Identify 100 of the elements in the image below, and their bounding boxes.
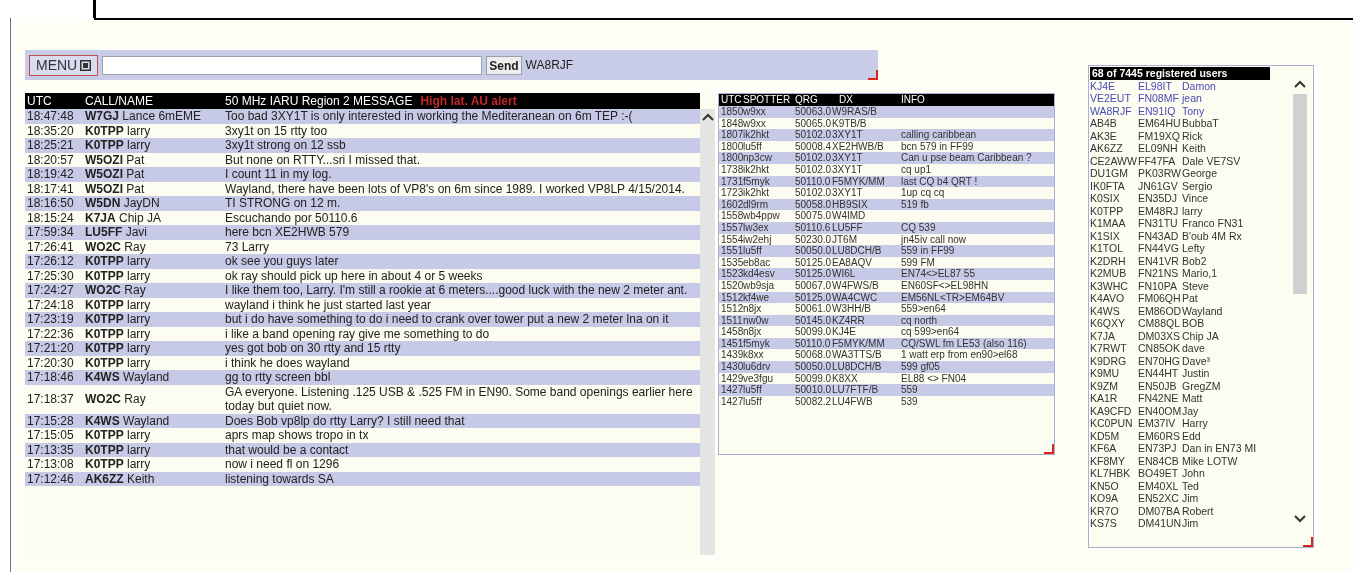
scroll-thumb[interactable] (1293, 94, 1307, 294)
callsign-cell-text: DU1GM (1090, 167, 1129, 180)
sender-cell-text: K0TPP larry (85, 457, 152, 472)
info-cell: EN74<>EL87 55 (901, 268, 975, 280)
user-row[interactable]: K2DRH EN41VR Bob2 (1090, 254, 1289, 267)
time-cell-text: 17:24:27 (26, 283, 75, 298)
user-row[interactable]: K9ZM EN50JB GregZM (1090, 379, 1289, 392)
callsign-cell: CE2AWW (1090, 154, 1138, 167)
user-row[interactable]: AK6ZZ EL09NH Keith (1090, 142, 1289, 155)
name-cell: George (1182, 167, 1218, 180)
user-row[interactable]: KC0PUN EM37IV Harry (1090, 417, 1289, 430)
user-row[interactable]: AK3E FM19XQ Rick (1090, 129, 1289, 142)
user-row[interactable]: KR7O DM07BA Robert (1090, 504, 1289, 517)
spotter-cell-text: eb8ac (743, 256, 772, 269)
locator-cell-text: EL98IT (1138, 79, 1173, 92)
time-cell-text: 1558 (720, 210, 743, 222)
resize-handle[interactable] (1044, 444, 1054, 454)
frequency-cell: 50010.0 (795, 384, 832, 396)
frequency-cell: 50065.0 (795, 117, 832, 130)
scrollbar[interactable] (700, 109, 715, 555)
user-row[interactable]: KL7HBK BO49ET John (1090, 467, 1289, 480)
user-row[interactable]: IK0FTA JN61GV Sergio (1090, 179, 1289, 192)
user-row[interactable]: K9MU EN44HT Justin (1090, 367, 1289, 380)
message-cell-text: Too bad 3XY1T is only interested in working the Mediteranean on 6m TEP :-( (225, 109, 634, 124)
user-row[interactable]: AB4B EM64HU BubbaT (1090, 117, 1289, 130)
message-input-field[interactable] (102, 55, 483, 75)
user-row[interactable]: K1MAA FN31TU Franco FN31 (1090, 217, 1289, 230)
dx-cell-text: LU8DCH/B (832, 361, 883, 373)
spotter-cell-text: wb9sja (743, 279, 776, 292)
dx-cell-text: 3XY1T (832, 187, 864, 199)
locator-cell-text: EN35DJ (1138, 192, 1179, 205)
scroll-up-icon[interactable] (1294, 80, 1306, 88)
time-cell-text: 1554 (720, 233, 743, 246)
menu-button[interactable]: MENU (29, 54, 99, 76)
user-row[interactable]: KA1R FN42NE Matt (1090, 392, 1289, 405)
time-cell-text: 18:19:42 (26, 167, 75, 182)
user-row[interactable]: K1SIX FN43AD B'oub 4M Rx (1090, 229, 1289, 242)
user-row[interactable]: K7JA DM03XS Chip JA (1090, 329, 1289, 342)
spotter-cell-text: lu6drv (743, 361, 772, 373)
time-cell-text: 1451 (720, 337, 743, 350)
dx-cell-text: KJ4E (832, 326, 857, 338)
locator-cell-text: EN44HT (1138, 367, 1180, 380)
sender-cell-text: K0TPP larry (85, 428, 152, 443)
spotter-cell-text: ve3fgu (743, 372, 775, 385)
user-row[interactable]: DU1GM PK03RWGeorge (1090, 167, 1289, 180)
frequency-cell: 50145.0 (795, 314, 832, 327)
user-row[interactable]: K6QXY CM88QL BOB (1090, 317, 1289, 330)
send-button[interactable]: Send (486, 55, 522, 75)
locator-cell-text: CM88QL (1138, 317, 1181, 330)
dx-cell-text: LU8DCH/B (832, 245, 883, 257)
resize-handle[interactable] (868, 70, 878, 80)
spotter-cell-text: ik2hkt (743, 163, 771, 176)
callsign-cell-text: KA1R (1090, 392, 1119, 405)
user-row[interactable]: WA8RJF EN91IQ Tony (1090, 104, 1289, 117)
user-row[interactable]: K2MUB FN21NS Mario,1 (1090, 267, 1289, 280)
user-row[interactable]: CE2AWWFF47FA Dale VE7SV (1090, 154, 1289, 167)
locator-cell: EM86OD (1138, 304, 1182, 317)
user-row[interactable]: K9DRG EN70HG Dave³ (1090, 354, 1289, 367)
name-cell: Matt (1182, 392, 1203, 405)
users-title: 68 of 7445 registered users (1090, 67, 1270, 80)
user-row[interactable]: K7RWT CN85OK dave (1090, 342, 1289, 355)
dx-cell-text: K9TB/B (832, 117, 868, 130)
locator-cell-text: BO49ET (1138, 467, 1180, 480)
callsign-cell-text: KF6A (1090, 442, 1118, 455)
column-header: CALL/NAME (85, 93, 155, 109)
user-row[interactable]: KF8MY EN84CB Mike LOTW (1090, 454, 1289, 467)
user-row[interactable]: KD5M EM60RS Edd (1090, 429, 1289, 442)
locator-cell-text: FN31TU (1138, 217, 1179, 230)
spotter-cell-text: k8xx (743, 349, 765, 362)
user-row[interactable]: KS7S DM41UNJim (1090, 517, 1289, 530)
info-cell: 1 watt erp from en90>el68 (901, 349, 1018, 362)
user-row[interactable]: KJ4E EL98IT Damon (1090, 79, 1289, 92)
time-cell-text: 17:15:28 (26, 413, 75, 428)
callsign-cell-text: K0SIX (1090, 192, 1121, 205)
resize-handle[interactable] (1303, 537, 1313, 547)
user-row[interactable]: KF6A EN73PJ Dan in EN73 MI (1090, 442, 1289, 455)
scroll-down-icon[interactable] (1294, 515, 1306, 523)
user-row[interactable]: VE2EUT FN08MF jean (1090, 92, 1289, 105)
scroll-up-icon[interactable] (701, 113, 714, 121)
time-cell-text: 18:15:24 (26, 210, 75, 225)
time-cell-text: 17:26:41 (26, 239, 75, 254)
locator-cell-text: EM40XL (1138, 479, 1180, 492)
message-cell-text: now i need fl on 1296 (225, 457, 341, 472)
info-cell: bcn 579 in FF99 (901, 140, 974, 153)
user-row[interactable]: K3WHC FN10PA Steve (1090, 279, 1289, 292)
user-row[interactable]: K4AVO FM06QH Pat (1090, 292, 1289, 305)
user-row[interactable]: KN5O EM40XL Ted (1090, 479, 1289, 492)
user-row[interactable]: KA9CFD EN40OMJay (1090, 404, 1289, 417)
user-row[interactable]: K0SIX EN35DJ Vince (1090, 192, 1289, 205)
message-cell-text: but i do have something to do i need to crank over tower put a new 2 meter lna on it (225, 312, 670, 327)
spotter-cell-text: lu5ff (743, 384, 763, 396)
user-row[interactable]: K4WS EM86ODWayland (1090, 304, 1289, 317)
message-cell-text: 3xy1t on 15 rtty too (225, 123, 329, 138)
message-cell-text: ok ray should pick up here in about 4 or 5 weeks (225, 268, 484, 283)
user-row[interactable]: K0TPP EM48RJ larry (1090, 204, 1289, 217)
dx-cell-text: EA8AQV (832, 256, 874, 269)
user-row[interactable]: K1TOL FN44VG Lefty (1090, 242, 1289, 255)
user-row[interactable]: KO9A EN52XC Jim (1090, 492, 1289, 505)
locator-cell-text: FN21NS (1138, 267, 1180, 280)
locator-cell-text: FN42NE (1138, 392, 1180, 405)
